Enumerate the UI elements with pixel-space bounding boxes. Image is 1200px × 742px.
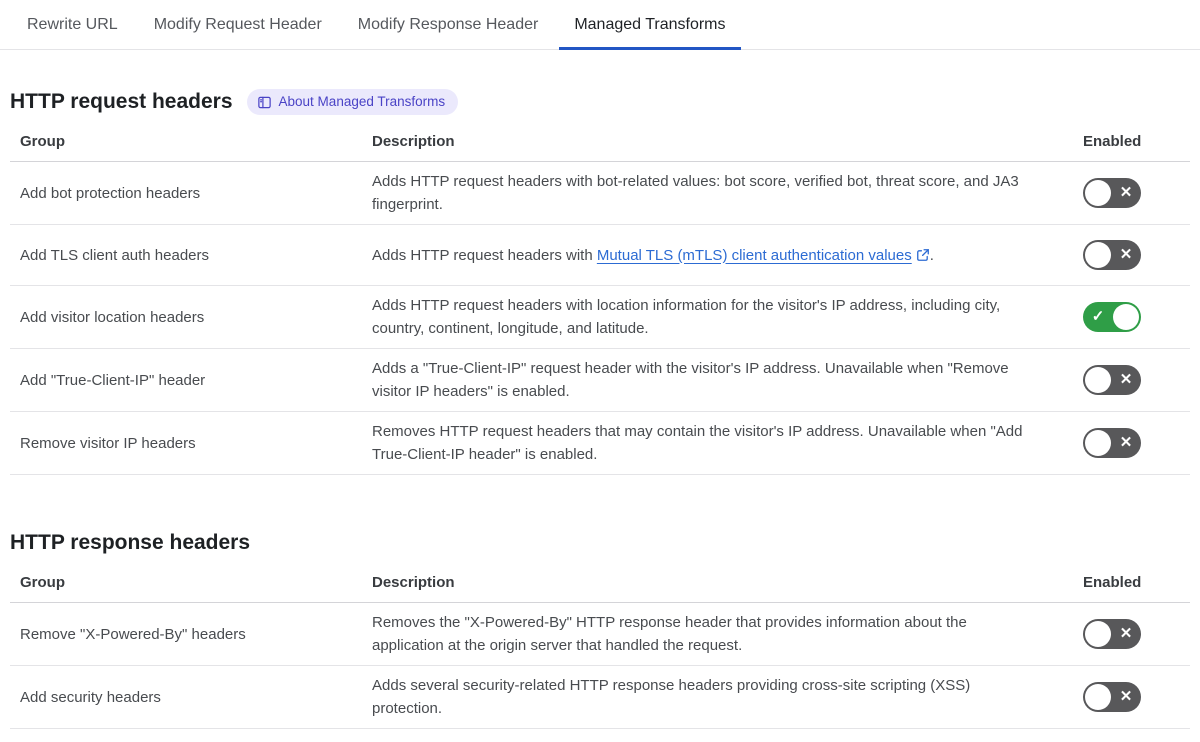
check-mark-icon: ✓ <box>1091 308 1105 325</box>
row-group-label: Remove "X-Powered-By" headers <box>20 625 246 643</box>
column-header-description: Description <box>372 133 455 150</box>
row-group-label: Add bot protection headers <box>20 184 201 202</box>
toggle-knob <box>1085 180 1111 206</box>
x-mark-icon: ✕ <box>1119 246 1133 263</box>
description-text: Adds HTTP request headers with <box>372 246 597 264</box>
column-header-enabled: Enabled <box>1083 133 1142 150</box>
row-group-label: Remove visitor IP headers <box>20 434 196 452</box>
description-text: Adds a "True-Client-IP" request header w… <box>372 360 1009 400</box>
toggle-knob <box>1113 304 1139 330</box>
tab-modify-request-header[interactable]: Modify Request Header <box>139 0 337 49</box>
row-description: Adds several security-related HTTP respo… <box>362 674 1050 720</box>
response-headers-section: HTTP response headers Group Description … <box>10 529 1190 729</box>
row-group-label: Add "True-Client-IP" header <box>20 371 206 389</box>
x-mark-icon: ✕ <box>1119 625 1133 642</box>
toggle-visitor-location-headers[interactable]: ✓ <box>1083 302 1141 332</box>
column-header-group: Group <box>20 574 65 591</box>
toggle-add-security-headers[interactable]: ✕ <box>1083 682 1141 712</box>
toggle-knob <box>1085 621 1111 647</box>
badge-label: About Managed Transforms <box>278 94 446 109</box>
table-header: Group Description Enabled <box>10 116 1190 162</box>
table-row: Remove "X-Powered-By" headers Removes th… <box>10 603 1190 666</box>
external-link-icon <box>916 248 929 261</box>
about-managed-transforms-badge[interactable]: About Managed Transforms <box>246 89 459 115</box>
row-description: Adds a "True-Client-IP" request header w… <box>362 357 1050 403</box>
toggle-remove-x-powered-by-headers[interactable]: ✕ <box>1083 619 1141 649</box>
table-row: Add TLS client auth headers Adds HTTP re… <box>10 225 1190 286</box>
table-header: Group Description Enabled <box>10 557 1190 603</box>
description-text: . <box>929 246 934 264</box>
toggle-knob <box>1085 684 1111 710</box>
description-text: Adds HTTP request headers with bot-relat… <box>372 173 1019 213</box>
toggle-bot-protection-headers[interactable]: ✕ <box>1083 178 1141 208</box>
table-row: Add bot protection headers Adds HTTP req… <box>10 162 1190 225</box>
row-group-label: Add visitor location headers <box>20 308 205 326</box>
tab-bar: Rewrite URL Modify Request Header Modify… <box>0 0 1200 50</box>
description-text: Removes HTTP request headers that may co… <box>372 423 1023 463</box>
tab-modify-response-header[interactable]: Modify Response Header <box>343 0 554 49</box>
table-row: Add visitor location headers Adds HTTP r… <box>10 286 1190 349</box>
tab-rewrite-url[interactable]: Rewrite URL <box>12 0 133 49</box>
toggle-true-client-ip-header[interactable]: ✕ <box>1083 365 1141 395</box>
request-headers-section: HTTP request headers About Managed Trans… <box>10 88 1190 475</box>
row-description: Removes HTTP request headers that may co… <box>362 420 1050 466</box>
toggle-remove-visitor-ip-headers[interactable]: ✕ <box>1083 428 1141 458</box>
toggle-knob <box>1085 430 1111 456</box>
row-description: Adds HTTP request headers with bot-relat… <box>362 170 1050 216</box>
table-row: Remove visitor IP headers Removes HTTP r… <box>10 412 1190 475</box>
tab-managed-transforms[interactable]: Managed Transforms <box>559 0 741 50</box>
mtls-docs-link[interactable]: Mutual TLS (mTLS) client authentication … <box>597 247 930 264</box>
row-description: Adds HTTP request headers with location … <box>362 294 1050 340</box>
x-mark-icon: ✕ <box>1119 371 1133 388</box>
row-group-label: Add TLS client auth headers <box>20 246 210 264</box>
link-text: Mutual TLS (mTLS) client authentication … <box>596 246 912 264</box>
toggle-tls-client-auth-headers[interactable]: ✕ <box>1083 240 1141 270</box>
toggle-knob <box>1085 367 1111 393</box>
description-text: Adds several security-related HTTP respo… <box>372 677 971 717</box>
request-headers-title: HTTP request headers <box>10 90 233 113</box>
toggle-knob <box>1085 242 1111 268</box>
description-text: Removes the "X-Powered-By" HTTP response… <box>372 614 967 654</box>
table-row: Add "True-Client-IP" header Adds a "True… <box>10 349 1190 412</box>
table-row: Add security headers Adds several securi… <box>10 666 1190 729</box>
row-description: Removes the "X-Powered-By" HTTP response… <box>362 611 1050 657</box>
column-header-group: Group <box>20 133 65 150</box>
x-mark-icon: ✕ <box>1119 184 1133 201</box>
response-headers-title: HTTP response headers <box>10 531 251 554</box>
row-description: Adds HTTP request headers with Mutual TL… <box>362 244 1050 267</box>
column-header-enabled: Enabled <box>1083 574 1142 591</box>
row-group-label: Add security headers <box>20 688 161 706</box>
book-icon <box>257 96 271 108</box>
description-text: Adds HTTP request headers with location … <box>372 297 1001 337</box>
x-mark-icon: ✕ <box>1119 688 1133 705</box>
x-mark-icon: ✕ <box>1119 434 1133 451</box>
column-header-description: Description <box>372 574 455 591</box>
